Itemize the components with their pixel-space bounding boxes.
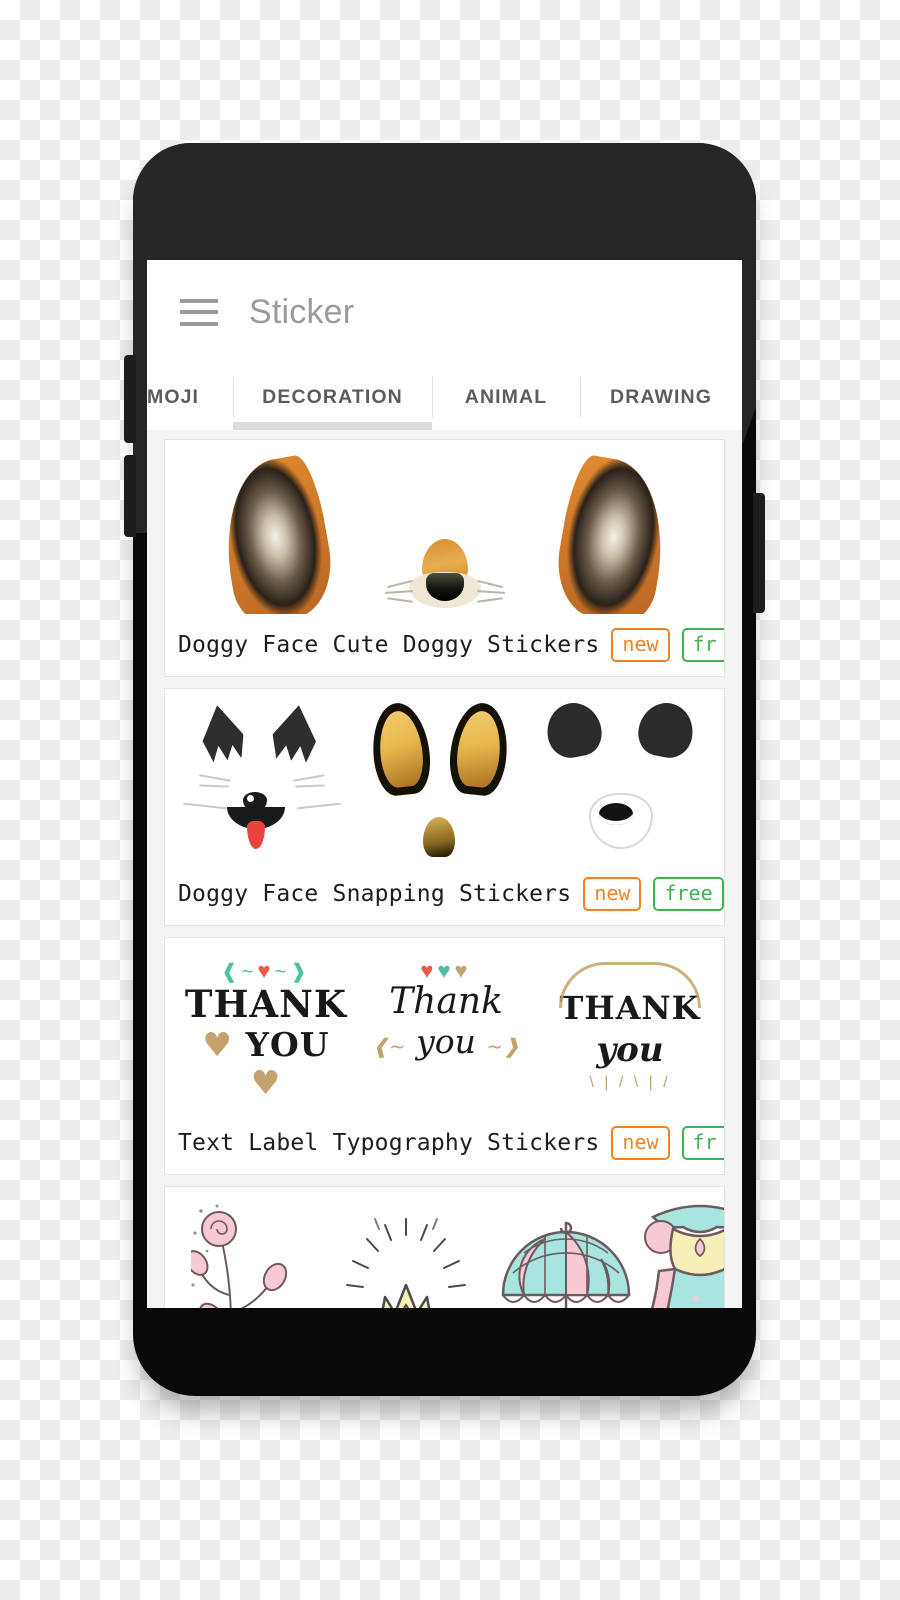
status-badge-new: new: [611, 628, 670, 662]
tab-emoji[interactable]: MOJI: [147, 364, 233, 430]
hamburger-menu-icon[interactable]: [180, 298, 218, 326]
crown-doodle-icon: [346, 1218, 466, 1308]
tab-drawing[interactable]: DRAWING: [580, 364, 742, 430]
cat-face-sticker-icon: [177, 689, 347, 863]
tab-animal-label: ANIMAL: [464, 385, 548, 408]
dress-doodle-icon: [644, 1204, 724, 1308]
sticker-pack-title: Doggy Face Cute Doggy Stickers: [178, 632, 600, 658]
ray-flourish-icon: \ | / \ | /: [589, 1074, 671, 1091]
volume-up-button[interactable]: [124, 355, 136, 443]
fox-snout-icon: [384, 539, 505, 611]
tab-decoration[interactable]: DECORATION: [233, 364, 432, 430]
fox-ear-left-icon: [211, 452, 341, 614]
sticker-pack-card[interactable]: ❰~♥~❱ THANK ♥ YOU ♥ ♥♥♥ Thank ❰~ you ~❱ …: [164, 937, 725, 1175]
thank-you-line-1: THANK: [184, 982, 348, 1026]
cloud-flourish-icon: [559, 962, 701, 1008]
status-badge-new: new: [611, 1126, 670, 1160]
tab-drawing-label: DRAWING: [610, 385, 712, 408]
sticker-pack-card[interactable]: Doggy Face Snapping Stickers new free: [164, 688, 725, 926]
status-badge-free: free: [653, 877, 724, 911]
sticker-preview-pastel-doodles: [165, 1187, 724, 1308]
phone-screen: Sticker MOJI DECORATION ANIMAL DRAWING D…: [147, 260, 742, 1308]
thank-you-line-2: ♥ YOU ♥: [202, 1025, 330, 1102]
sticker-preview-typography: ❰~♥~❱ THANK ♥ YOU ♥ ♥♥♥ Thank ❰~ you ~❱ …: [165, 938, 724, 1112]
status-badge-free: fr: [681, 628, 724, 662]
golden-ears-sticker-icon: [355, 689, 525, 863]
sticker-pack-label-row: Doggy Face Cute Doggy Stickers new fr: [165, 614, 724, 676]
sticker-preview-fox: [165, 440, 724, 614]
sticker-pack-title: Doggy Face Snapping Stickers: [178, 881, 572, 907]
tab-emoji-label: MOJI: [147, 385, 200, 408]
app-bar: Sticker: [147, 260, 742, 364]
thank-you-line-2: you: [596, 1030, 664, 1070]
phone-device: Sticker MOJI DECORATION ANIMAL DRAWING D…: [124, 143, 765, 1396]
sticker-pack-title: Text Label Typography Stickers: [178, 1130, 600, 1156]
status-badge-new: new: [583, 877, 642, 911]
thank-you-sticker-3-icon: THANK you \ | / \ | /: [541, 938, 719, 1112]
panda-face-sticker-icon: [533, 689, 718, 863]
thank-you-line-2: ❰~ you ~❱: [372, 1022, 520, 1061]
sticker-pack-card[interactable]: [164, 1186, 725, 1308]
fox-ear-right-icon: [548, 452, 678, 614]
sticker-pack-card[interactable]: Doggy Face Cute Doggy Stickers new fr: [164, 439, 725, 677]
tab-animal[interactable]: ANIMAL: [432, 364, 580, 430]
page-title: Sticker: [249, 292, 355, 331]
sticker-pack-label-row: Text Label Typography Stickers new fr: [165, 1112, 724, 1174]
volume-down-button[interactable]: [124, 455, 136, 537]
active-tab-indicator: [233, 422, 432, 430]
thank-you-line-1: Thank: [389, 981, 503, 1022]
thank-you-sticker-2-icon: ♥♥♥ Thank ❰~ you ~❱: [361, 938, 531, 1112]
status-badge-free: fr: [681, 1126, 724, 1160]
sticker-preview-animal-faces: [165, 689, 724, 863]
thank-you-sticker-1-icon: ❰~♥~❱ THANK ♥ YOU ♥: [181, 938, 351, 1112]
power-button[interactable]: [753, 493, 765, 613]
tab-decoration-label: DECORATION: [262, 385, 403, 408]
rose-doodle-icon: [191, 1204, 288, 1308]
category-tab-bar: MOJI DECORATION ANIMAL DRAWING: [147, 364, 742, 430]
umbrella-doodle-icon: [501, 1221, 631, 1308]
heart-decoration-icon: ♥♥♥: [420, 958, 472, 983]
heart-decoration-icon: ❰~♥~❱: [221, 958, 311, 984]
sticker-pack-list[interactable]: Doggy Face Cute Doggy Stickers new fr Do…: [147, 430, 742, 1308]
sticker-pack-label-row: Doggy Face Snapping Stickers new free: [165, 863, 724, 925]
